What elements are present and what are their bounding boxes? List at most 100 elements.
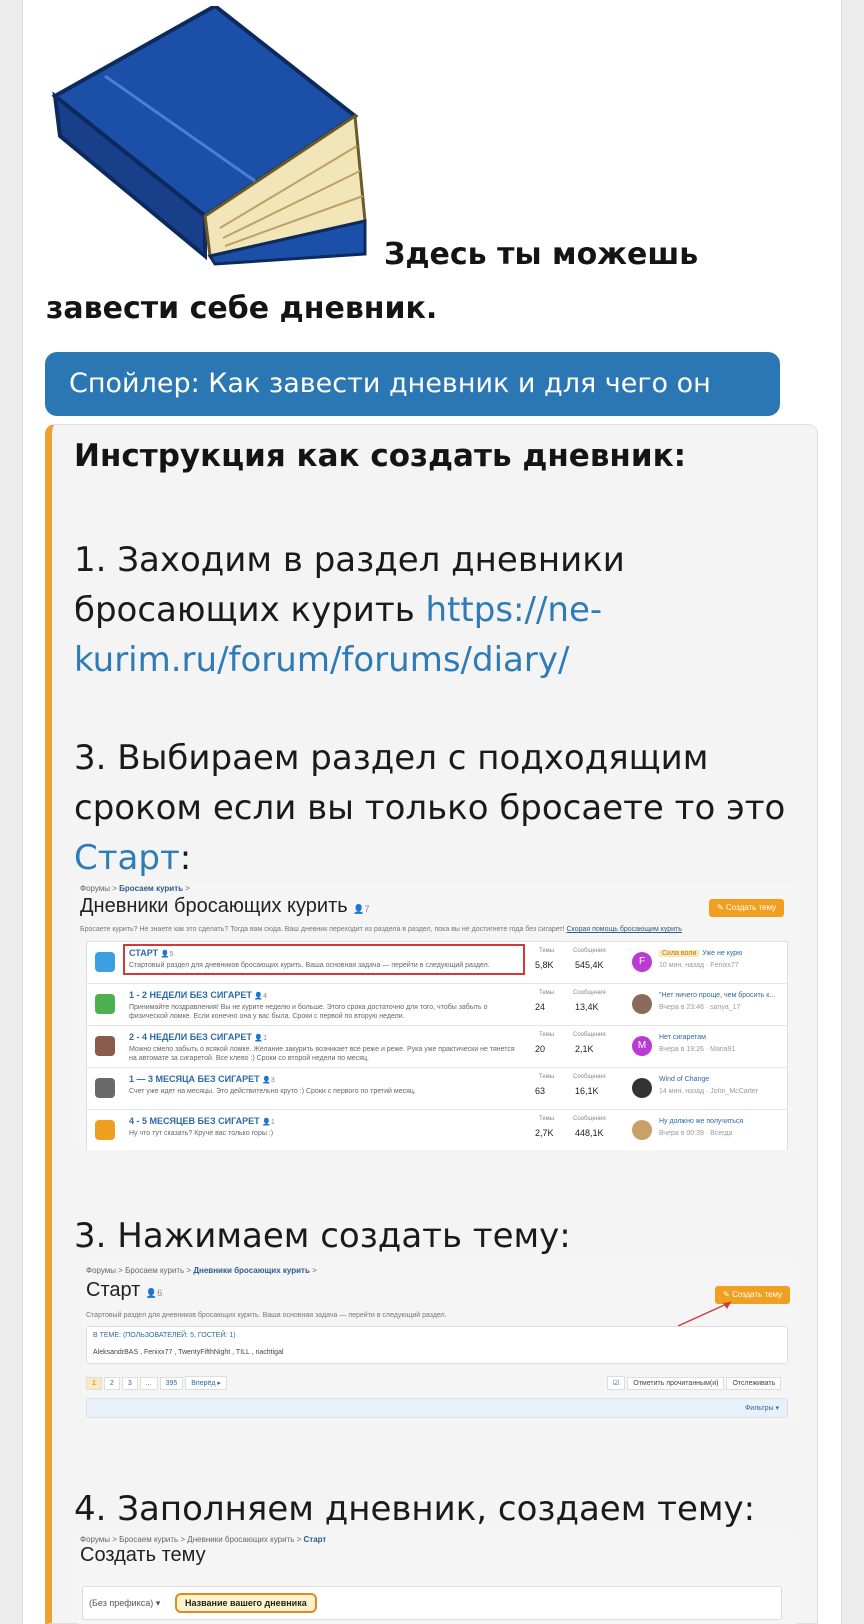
forum-row[interactable]: 4 - 5 МЕСЯЦЕВ БЕЗ СИГАРЕТ 👤1 Ну что тут с… <box>87 1110 787 1150</box>
filters-button[interactable]: Фильтры ▾ <box>745 1404 779 1412</box>
avatar[interactable] <box>632 994 652 1014</box>
forum-list-screenshot: Форумы > Бросаем курить > Дневники броса… <box>78 882 796 1150</box>
forum-icon <box>95 994 115 1014</box>
create-topic-screenshot: Форумы > Бросаем курить > Дневники броса… <box>78 1532 796 1624</box>
forum-icon <box>95 1120 115 1140</box>
messages-label: Сообщения <box>573 1032 606 1038</box>
online-users-box: В ТЕМЕ: (ПОЛЬЗОВАТЕЛЕЙ: 5, ГОСТЕЙ: 1) Al… <box>86 1326 788 1364</box>
breadcrumb: Форумы > Бросаем курить > Дневники броса… <box>80 1535 327 1544</box>
start-link[interactable]: Старт <box>74 838 180 878</box>
page-link[interactable]: 3 <box>121 1377 138 1390</box>
forum-description: Стартовый раздел для дневников бросающих… <box>86 1312 447 1319</box>
last-post-meta: Вчера в 23:46 · sanya_17 <box>659 1004 741 1011</box>
in-topic-label: В ТЕМЕ: (ПОЛЬЗОВАТЕЛЕЙ: 5, ГОСТЕЙ: 1) <box>93 1332 236 1339</box>
forum-name[interactable]: 1 — 3 МЕСЯЦА БЕЗ СИГАРЕТ 👤3 <box>129 1074 275 1084</box>
forum-row[interactable]: СТАРТ 👤5 Стартовый раздел для дневников б… <box>87 942 787 984</box>
avatar[interactable]: M <box>632 1036 652 1056</box>
messages-count: 545,4K <box>575 960 604 970</box>
avatar[interactable]: F <box>632 952 652 972</box>
last-post-meta: Вчера в 00:39 · Всегда <box>659 1130 733 1137</box>
threads-label: Темы <box>539 948 555 954</box>
forum-row[interactable]: 1 — 3 МЕСЯЦА БЕЗ СИГАРЕТ 👤3 Счет уже идет… <box>87 1068 787 1110</box>
page-link[interactable]: 1 <box>86 1377 102 1390</box>
forum-description: Бросаете курить? Не знаете как это сдела… <box>80 926 682 933</box>
forum-icon <box>95 1078 115 1098</box>
last-post-meta: Вчера в 19:26 · Maria91 <box>659 1046 736 1053</box>
messages-label: Сообщения <box>573 990 606 996</box>
prefix-badge: Сила воли <box>659 950 700 957</box>
topic-title-input[interactable]: Название вашего дневника <box>175 1593 317 1613</box>
prefix-select[interactable]: (Без префикса) ▾ <box>89 1598 160 1609</box>
messages-label: Сообщения <box>573 1116 606 1122</box>
messages-label: Сообщения <box>573 948 606 954</box>
last-post-meta: 14 мин. назад · John_McCarter <box>659 1088 759 1095</box>
messages-count: 2,1K <box>575 1044 594 1054</box>
messages-count: 16,1K <box>575 1086 599 1096</box>
page-link[interactable]: 2 <box>103 1377 120 1390</box>
step-3a-text: 3. Выбираем раздел с подходящим сроком е… <box>74 738 786 828</box>
forum-icon <box>95 952 115 972</box>
threads-count: 20 <box>535 1044 546 1054</box>
forum-page-screenshot: Форумы > Бросаем курить > Дневники броса… <box>84 1262 796 1422</box>
forum-row-description: Ну что тут сказать? Круче вас только гор… <box>129 1130 274 1137</box>
page-link[interactable]: ... <box>139 1377 158 1390</box>
threads-label: Темы <box>539 1116 555 1122</box>
watch-button[interactable]: Отслеживать <box>726 1377 782 1390</box>
mark-read-button[interactable]: Отметить прочитанным(и) <box>627 1377 725 1390</box>
check-icon[interactable]: ☑ <box>607 1376 626 1390</box>
last-post-title[interactable]: Нет сигаретам <box>659 1034 706 1041</box>
threads-label: Темы <box>539 990 555 996</box>
messages-count: 448,1K <box>575 1128 604 1138</box>
threads-count: 5,8K <box>535 960 554 970</box>
pagination: 1 2 3... 395 Вперёд ▸ <box>86 1376 229 1390</box>
step-1: 1. Заходим в раздел дневники бросающих к… <box>74 535 814 685</box>
threads-count: 24 <box>535 1002 546 1012</box>
topic-form: (Без префикса) ▾ Название вашего дневник… <box>82 1586 782 1620</box>
threads-count: 63 <box>535 1086 546 1096</box>
forum-row-description: Можно смело забыть о всякой ломке. Желан… <box>129 1046 515 1062</box>
filters-bar: Фильтры ▾ <box>86 1398 788 1418</box>
page-title: Создать тему <box>80 1544 206 1566</box>
instructions-heading: Инструкция как создать дневник: <box>74 438 687 474</box>
page-title: Старт 👤6 <box>86 1279 163 1301</box>
last-post-title[interactable]: Сила воли Уже не курю <box>659 950 742 957</box>
forum-row-description: Принимайте поздравления! Вы не курите не… <box>129 1004 488 1020</box>
intro-line-2: завести себе дневник. <box>46 291 438 326</box>
forum-list: СТАРТ 👤5 Стартовый раздел для дневников б… <box>86 941 788 1150</box>
avatar[interactable] <box>632 1078 652 1098</box>
threads-label: Темы <box>539 1032 555 1038</box>
breadcrumb: Форумы > Бросаем курить > <box>80 884 190 893</box>
step-4: 4. Заполняем дневник, создаем тему: <box>74 1489 756 1529</box>
threads-count: 2,7K <box>535 1128 554 1138</box>
arrow-icon <box>677 1301 732 1327</box>
avatar[interactable] <box>632 1120 652 1140</box>
users-list: AleksandrBAS , Fenixx77 , TwentyFifthNig… <box>93 1349 284 1356</box>
messages-count: 13,4K <box>575 1002 599 1012</box>
forum-row[interactable]: 1 - 2 НЕДЕЛИ БЕЗ СИГАРЕТ 👤4 Принимайте по… <box>87 984 787 1026</box>
forum-name[interactable]: 1 - 2 НЕДЕЛИ БЕЗ СИГАРЕТ 👤4 <box>129 990 267 1000</box>
step-3a-tail: : <box>179 838 192 878</box>
messages-label: Сообщения <box>573 1074 606 1080</box>
forum-row-description: Счет уже идет на месяцы. Это действитель… <box>129 1088 416 1095</box>
forum-name[interactable]: 4 - 5 МЕСЯЦЕВ БЕЗ СИГАРЕТ 👤1 <box>129 1116 275 1126</box>
forum-name[interactable]: 2 - 4 НЕДЕЛИ БЕЗ СИГАРЕТ 👤1 <box>129 1032 267 1042</box>
last-post-title[interactable]: Wind of Change <box>659 1076 709 1083</box>
threads-label: Темы <box>539 1074 555 1080</box>
page-link[interactable]: 395 <box>159 1377 184 1390</box>
breadcrumb: Форумы > Бросаем курить > Дневники броса… <box>86 1266 317 1275</box>
page-link[interactable]: Вперёд ▸ <box>185 1376 227 1390</box>
intro-line-1: Здесь ты можешь <box>384 237 699 272</box>
last-post-title[interactable]: Ну должно же получиться <box>659 1118 743 1125</box>
intro-text: Здесь ты можешь завести себе дневник. <box>46 228 806 336</box>
forum-actions: ☑ Отметить прочитанным(и) Отслеживать <box>607 1376 783 1390</box>
last-post-meta: 10 мин. назад · Fenixx77 <box>659 962 739 969</box>
step-3b: 3. Нажимаем создать тему: <box>74 1216 571 1256</box>
highlight-box <box>123 944 525 975</box>
step-3a: 3. Выбираем раздел с подходящим сроком е… <box>74 733 814 883</box>
last-post-title[interactable]: "Нет ничего проще, чем бросить к... <box>659 992 775 999</box>
create-topic-button[interactable]: ✎ Создать тему <box>709 899 785 917</box>
forum-icon <box>95 1036 115 1056</box>
forum-row[interactable]: 2 - 4 НЕДЕЛИ БЕЗ СИГАРЕТ 👤1 Можно смело з… <box>87 1026 787 1068</box>
page-title: Дневники бросающих курить 👤7 <box>80 895 370 917</box>
spoiler-button[interactable]: Спойлер: Как завести дневник и для чего … <box>45 352 780 463</box>
